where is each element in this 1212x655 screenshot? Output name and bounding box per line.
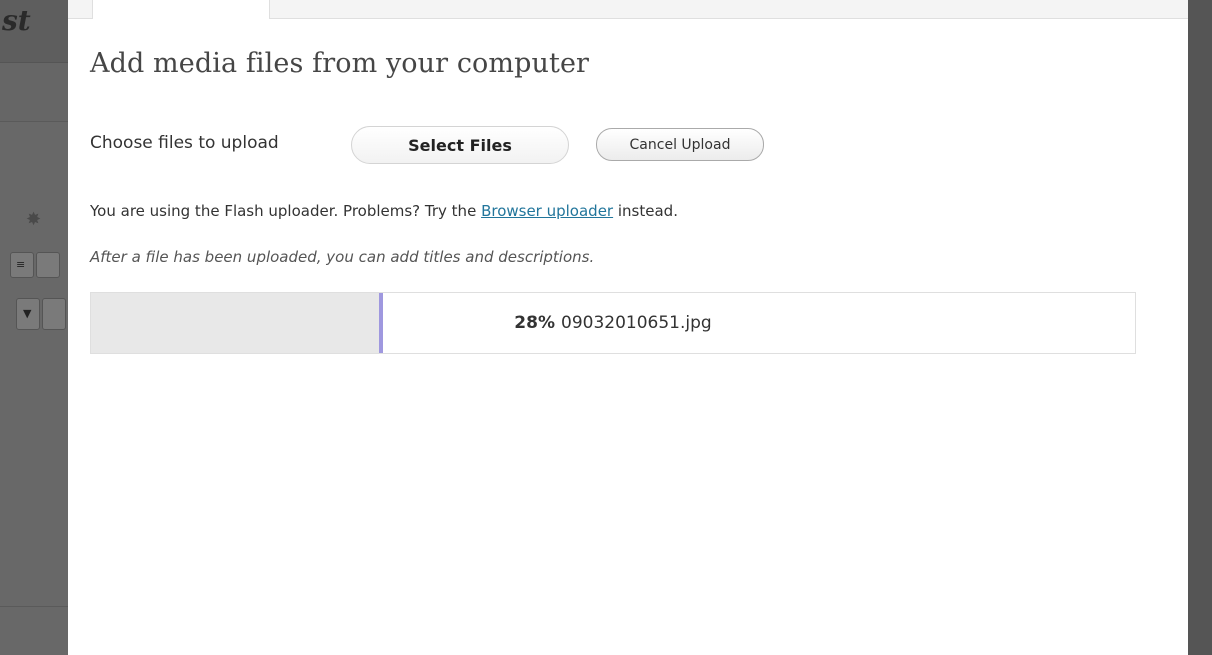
flash-uploader-note: You are using the Flash uploader. Proble… xyxy=(90,202,678,220)
indent-button: ≡ xyxy=(10,252,34,278)
upload-progress: 28% 09032010651.jpg xyxy=(90,292,1136,354)
background-title: st xyxy=(2,4,31,37)
caret-down-icon: ▼ xyxy=(23,307,32,320)
background-divider xyxy=(0,606,68,607)
tab-from-computer[interactable] xyxy=(92,0,270,19)
dialog-title: Add media files from your computer xyxy=(90,48,590,79)
cancel-upload-button[interactable]: Cancel Upload xyxy=(596,128,764,161)
dropdown-button: ▼ xyxy=(16,298,40,330)
dialog-tab-strip xyxy=(68,0,1188,19)
background-right-edge xyxy=(1188,0,1212,655)
select-files-button[interactable]: Select Files xyxy=(351,126,569,164)
media-upload-dialog: Add media files from your computer Choos… xyxy=(68,0,1188,655)
gear-icon: ✸ xyxy=(26,209,42,230)
flash-note-suffix: instead. xyxy=(613,202,678,220)
upload-filename: 09032010651.jpg xyxy=(561,313,712,333)
toolbar-button xyxy=(36,252,60,278)
progress-percent: 28% xyxy=(514,313,555,333)
upload-hint: After a file has been uploaded, you can … xyxy=(90,248,595,266)
style-select xyxy=(42,298,66,330)
choose-files-label: Choose files to upload xyxy=(90,133,279,153)
browser-uploader-link[interactable]: Browser uploader xyxy=(481,202,613,220)
flash-note-text: You are using the Flash uploader. Proble… xyxy=(90,202,482,220)
indent-icon: ≡ xyxy=(16,258,26,271)
progress-label: 28% 09032010651.jpg xyxy=(91,293,1135,353)
